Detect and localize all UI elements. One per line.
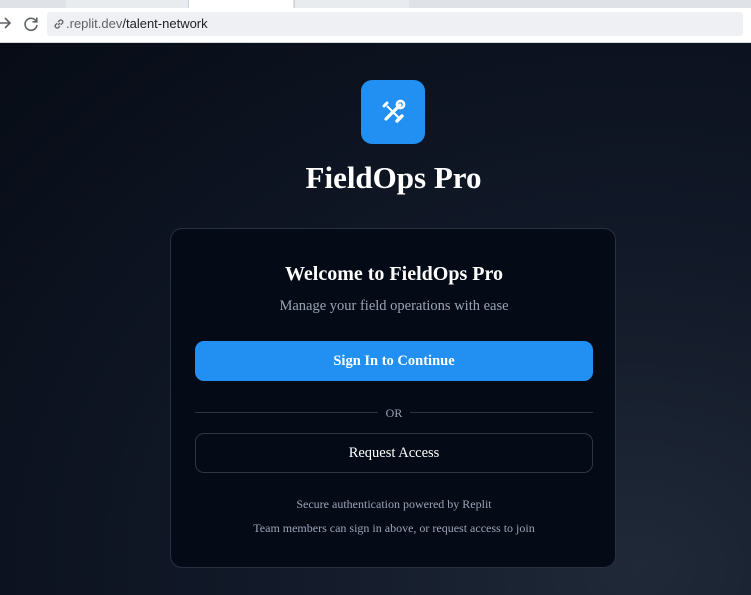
divider: OR: [171, 404, 617, 422]
url-path: /talent-network: [122, 16, 208, 31]
app-title: FieldOps Pro: [305, 160, 482, 195]
address-url: .replit.dev/talent-network: [66, 16, 208, 31]
link-icon: [54, 19, 64, 29]
browser-tab-strip: [0, 0, 751, 8]
page-background: FieldOps Pro Welcome to FieldOps Pro Man…: [0, 43, 751, 595]
reload-icon[interactable]: [22, 15, 40, 33]
divider-label: OR: [377, 406, 411, 420]
url-host: .replit.dev: [66, 16, 123, 31]
forward-arrow-icon[interactable]: [0, 15, 13, 31]
browser-tab[interactable]: [66, 0, 189, 8]
browser-tab-active[interactable]: [189, 0, 293, 8]
sign-in-button[interactable]: Sign In to Continue: [195, 341, 593, 381]
access-help-note: Team members can sign in above, or reque…: [253, 521, 535, 535]
request-access-button[interactable]: Request Access: [195, 433, 593, 473]
card-subtitle: Manage your field operations with ease: [279, 298, 509, 314]
browser-tab[interactable]: [294, 0, 409, 8]
card-heading: Welcome to FieldOps Pro: [285, 263, 503, 285]
app-logo: [361, 80, 425, 144]
address-bar[interactable]: .replit.dev/talent-network: [47, 12, 743, 36]
browser-toolbar: .replit.dev/talent-network: [0, 8, 751, 43]
login-card: Welcome to FieldOps Pro Manage your fiel…: [170, 228, 616, 568]
wrench-screwdriver-icon: [382, 99, 406, 123]
auth-provider-note: Secure authentication powered by Replit: [296, 497, 492, 511]
